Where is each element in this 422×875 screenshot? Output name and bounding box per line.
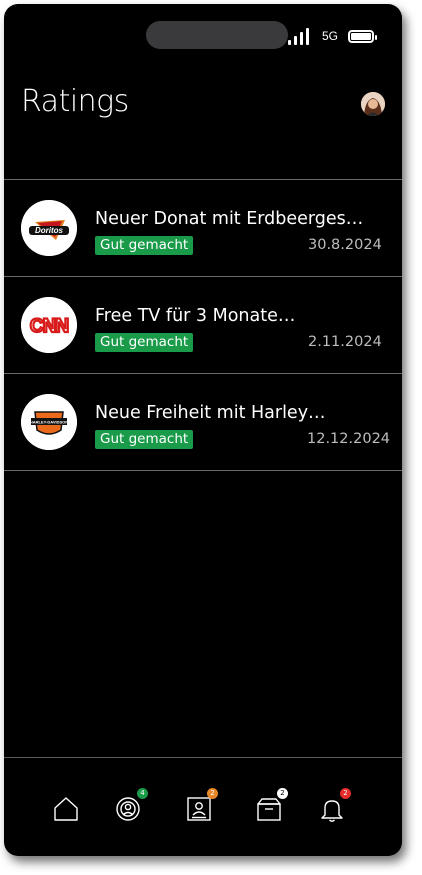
tab-contacts[interactable]: 2 bbox=[184, 788, 218, 824]
rating-date: 12.12.2024 bbox=[307, 431, 391, 447]
rating-item[interactable]: CNN Free TV für 3 Monate… Gut gemacht 2.… bbox=[4, 276, 402, 373]
phone-screen: 5G Ratings Doritos Neuer Donat mit Erdbe… bbox=[4, 4, 402, 856]
rating-title: Free TV für 3 Monate… bbox=[95, 306, 296, 326]
rating-item[interactable]: Doritos Neuer Donat mit Erdbeerges… Gut … bbox=[4, 179, 402, 276]
rating-date: 30.8.2024 bbox=[308, 237, 382, 253]
tab-home[interactable] bbox=[51, 794, 81, 824]
home-icon bbox=[54, 797, 78, 821]
avatar[interactable] bbox=[361, 92, 385, 116]
notification-badge: 2 bbox=[207, 788, 218, 799]
rating-date: 2.11.2024 bbox=[308, 334, 382, 350]
cnn-logo-text: CNN bbox=[30, 316, 68, 337]
tab-radar[interactable]: 4 bbox=[114, 788, 148, 824]
tab-notifications[interactable]: 2 bbox=[317, 788, 351, 824]
signal-icon bbox=[287, 27, 312, 45]
status-badge: Gut gemacht bbox=[95, 430, 194, 449]
status-badge: Gut gemacht bbox=[95, 333, 194, 352]
tab-bar: 4 2 2 2 bbox=[4, 757, 402, 856]
rating-item[interactable]: HARLEY-DAVIDSON Neue Freiheit mit Harley… bbox=[4, 373, 402, 471]
battery-icon bbox=[348, 29, 377, 43]
tab-box[interactable]: 2 bbox=[254, 788, 288, 824]
harley-logo-text: HARLEY-DAVIDSON bbox=[30, 420, 68, 425]
status-bar: 5G bbox=[287, 26, 377, 46]
cnn-logo: CNN bbox=[21, 297, 77, 353]
doritos-logo: Doritos bbox=[21, 200, 77, 256]
status-badge: Gut gemacht bbox=[95, 236, 194, 255]
page-title: Ratings bbox=[21, 84, 129, 119]
harley-davidson-logo: HARLEY-DAVIDSON bbox=[21, 394, 77, 450]
dynamic-island bbox=[146, 21, 288, 49]
network-label: 5G bbox=[321, 29, 338, 43]
notification-badge: 4 bbox=[137, 788, 148, 799]
rating-title: Neue Freiheit mit Harley… bbox=[95, 403, 326, 423]
rating-title: Neuer Donat mit Erdbeerges… bbox=[95, 209, 364, 229]
notification-badge: 2 bbox=[340, 788, 351, 799]
doritos-logo-text: Doritos bbox=[35, 226, 64, 235]
notification-badge: 2 bbox=[277, 788, 288, 799]
ratings-list: Doritos Neuer Donat mit Erdbeerges… Gut … bbox=[4, 179, 402, 471]
